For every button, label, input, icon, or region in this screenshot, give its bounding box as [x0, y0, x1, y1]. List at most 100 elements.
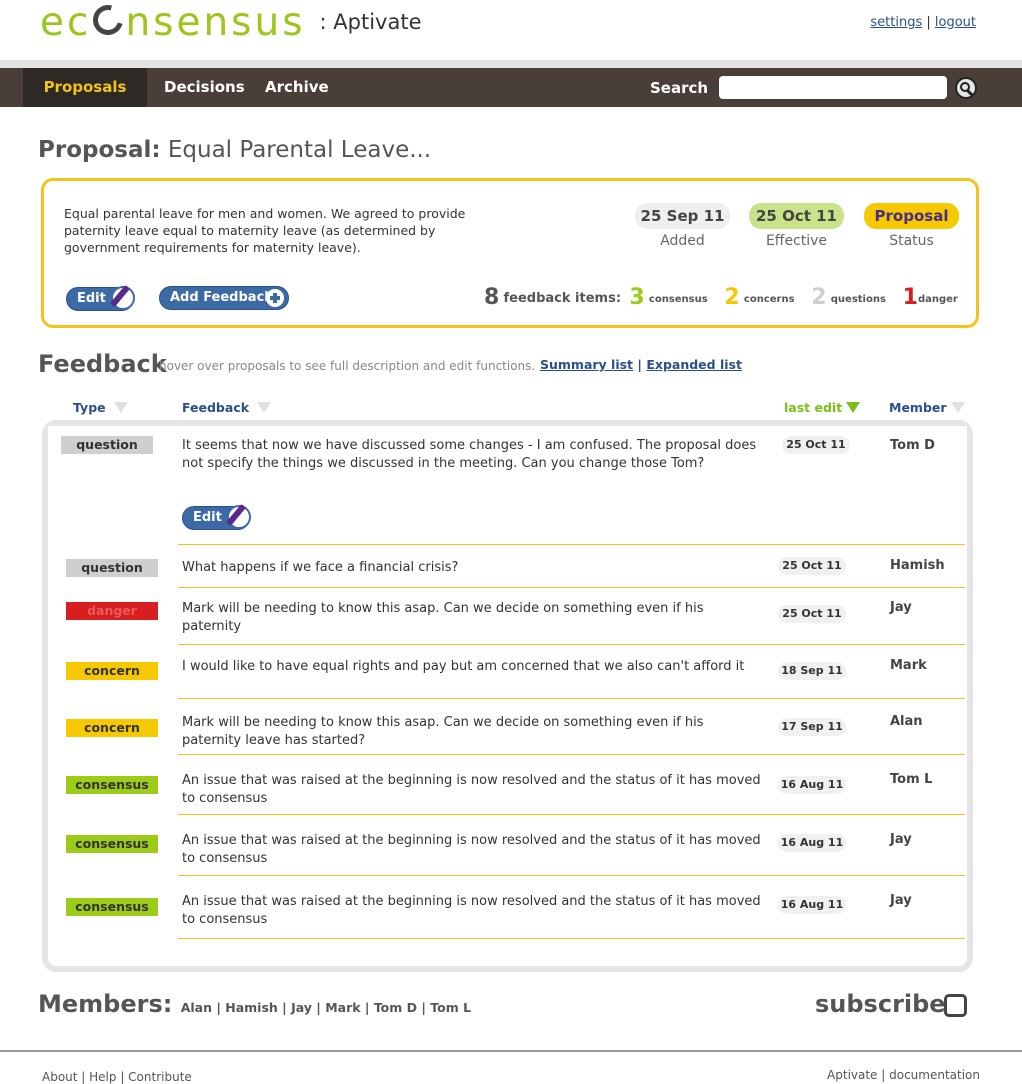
sort-icon — [257, 402, 272, 413]
status-label: Status — [889, 233, 934, 249]
expanded-list-link[interactable]: Expanded list — [646, 357, 742, 372]
effective-date: 25 Oct 11 — [749, 203, 844, 229]
proposal-panel: Equal parental leave for men and women. … — [41, 178, 979, 328]
consensus-label: consensus — [648, 294, 708, 305]
summary-list-link[interactable]: Summary list — [540, 357, 633, 372]
settings-link[interactable]: settings — [870, 15, 922, 30]
pen-icon — [227, 505, 251, 529]
type-badge: concern — [66, 719, 158, 737]
column-feedback-label: Feedback — [182, 400, 250, 415]
edit-date: 16 Aug 11 — [778, 896, 846, 914]
feedback-row[interactable]: concern I would like to have equal right… — [48, 645, 967, 699]
subscribe-checkbox[interactable] — [944, 994, 967, 1017]
edit-date: 16 Aug 11 — [778, 776, 846, 794]
view-links: Summary list | Expanded list — [540, 357, 742, 372]
feedback-row[interactable]: consensus An issue that was raised at th… — [48, 876, 967, 939]
members-heading: Members: — [38, 990, 173, 1018]
app-logo[interactable]: ec nsensus : Aptivate — [40, 0, 422, 46]
feedback-row[interactable]: danger Mark will be needing to know this… — [48, 588, 967, 645]
feedback-row[interactable]: concern Mark will be needing to know thi… — [48, 699, 967, 755]
edit-date: 18 Sep 11 — [778, 662, 846, 680]
feedback-list: question It seems that now we have discu… — [42, 420, 973, 972]
member-name: Alan — [890, 714, 923, 729]
type-badge: consensus — [66, 776, 158, 794]
edit-proposal-label: Edit — [77, 291, 106, 306]
search-icon[interactable] — [955, 77, 977, 99]
feedback-row[interactable]: question What happens if we face a finan… — [48, 545, 967, 588]
sort-active-icon — [846, 402, 861, 413]
organisation-name: : Aptivate — [319, 10, 422, 34]
feedback-text: It seems that now we have discussed some… — [182, 438, 757, 471]
questions-label: questions — [830, 294, 886, 305]
column-member[interactable]: Member — [889, 400, 965, 415]
proposal-title: Equal Parental Leave... — [167, 137, 432, 163]
logout-link[interactable]: logout — [935, 15, 976, 30]
column-last-edit[interactable]: last edit — [784, 400, 861, 415]
feedback-text: An issue that was raised at the beginnin… — [182, 773, 761, 806]
pen-icon — [111, 286, 135, 310]
members-list: Alan | Hamish | Jay | Mark | Tom D | Tom… — [180, 1000, 472, 1015]
subscribe-label: subscribe: — [815, 990, 956, 1018]
edit-date: 25 Oct 11 — [782, 436, 850, 454]
feedback-text: I would like to have equal rights and pa… — [182, 659, 745, 674]
search-label: Search — [650, 79, 709, 97]
feedback-heading: Feedback — [38, 350, 167, 378]
member-name: Jay — [890, 832, 912, 847]
type-badge: question — [66, 559, 158, 577]
effective-label: Effective — [765, 233, 828, 249]
main-nav: Proposals Decisions Archive Search — [0, 68, 1022, 107]
logo-text-start: ec — [40, 0, 92, 45]
nav-top-border — [0, 60, 1022, 68]
logo-o-icon — [87, 0, 129, 41]
member-name: Tom D — [890, 438, 935, 453]
type-badge: concern — [66, 662, 158, 680]
proposal-description: Equal parental leave for men and women. … — [64, 206, 466, 255]
danger-label: danger — [917, 294, 958, 305]
member-name: Mark — [890, 658, 927, 673]
type-badge: question — [61, 436, 153, 454]
tab-proposals[interactable]: Proposals — [23, 68, 147, 107]
edit-feedback-button[interactable]: Edit — [182, 505, 251, 530]
danger-count: 1 — [902, 285, 918, 310]
add-feedback-button[interactable]: Add Feedback — [159, 286, 289, 310]
footer-links-right[interactable]: Aptivate | documentation — [827, 1068, 980, 1082]
page-title-prefix: Proposal: — [38, 137, 161, 163]
member-name: Jay — [890, 600, 912, 615]
footer-links-left[interactable]: About | Help | Contribute — [42, 1070, 192, 1084]
edit-date: 17 Sep 11 — [778, 718, 846, 736]
footer-divider — [0, 1050, 1022, 1052]
column-feedback[interactable]: Feedback — [182, 400, 272, 415]
edit-date: 25 Oct 11 — [778, 557, 846, 575]
page-title: Proposal: Equal Parental Leave... — [38, 137, 431, 163]
feedback-row[interactable]: question It seems that now we have discu… — [48, 426, 967, 545]
feedback-row[interactable]: consensus An issue that was raised at th… — [48, 755, 967, 815]
type-badge: danger — [66, 602, 158, 620]
edit-proposal-button[interactable]: Edit — [66, 286, 135, 311]
edit-date: 16 Aug 11 — [778, 834, 846, 852]
edit-feedback-label: Edit — [193, 510, 222, 525]
feedback-items-label: feedback items: — [503, 291, 622, 306]
edit-date: 25 Oct 11 — [778, 605, 846, 623]
tab-archive[interactable]: Archive — [265, 68, 329, 107]
column-member-label: Member — [889, 400, 947, 415]
member-name: Hamish — [890, 558, 945, 573]
sort-icon — [113, 402, 128, 413]
questions-count: 2 — [811, 285, 827, 310]
feedback-text: An issue that was raised at the beginnin… — [182, 833, 761, 866]
add-feedback-label: Add Feedback — [170, 290, 273, 305]
feedback-text: Mark will be needing to know this asap. … — [182, 715, 704, 748]
search-input[interactable] — [719, 76, 947, 99]
feedback-text: An issue that was raised at the beginnin… — [182, 894, 761, 927]
feedback-row[interactable]: consensus An issue that was raised at th… — [48, 815, 967, 876]
tab-decisions[interactable]: Decisions — [164, 68, 245, 107]
consensus-count: 3 — [629, 285, 645, 310]
column-type[interactable]: Type — [73, 400, 128, 415]
added-label: Added — [660, 233, 705, 249]
concerns-label: concerns — [743, 294, 795, 305]
account-links: settings | logout — [870, 15, 976, 30]
type-badge: consensus — [66, 835, 158, 853]
plus-circle-icon — [266, 289, 284, 307]
column-last-edit-label: last edit — [784, 400, 843, 415]
added-date: 25 Sep 11 — [635, 203, 730, 229]
feedback-count: 8 — [484, 285, 500, 310]
